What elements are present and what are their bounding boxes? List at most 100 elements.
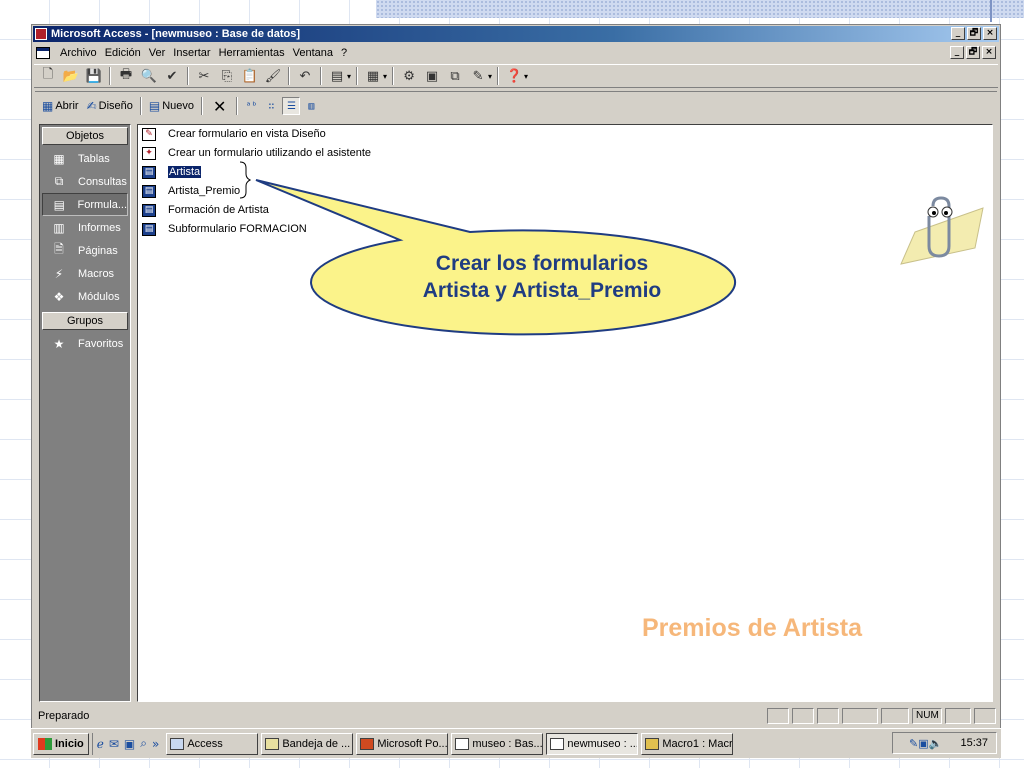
- taskbar-button-access[interactable]: Access: [166, 732, 259, 755]
- chevron-down-icon[interactable]: ▾: [383, 72, 387, 81]
- list-item-form-artista-premio[interactable]: ▤ Artista_Premio: [142, 182, 240, 200]
- list-item-subform-formacion[interactable]: ▤ Subformulario FORMACION: [142, 220, 307, 238]
- internet-explorer-icon[interactable]: ℯ: [97, 737, 104, 751]
- document-window-icon[interactable]: [36, 47, 50, 59]
- menu-edicion[interactable]: Edición: [101, 47, 145, 59]
- slide-title: Premios de Artista: [642, 614, 862, 642]
- objects-item-macros[interactable]: ⚡ Macros: [40, 262, 130, 285]
- tray-icons[interactable]: ✎▣🔈: [909, 737, 942, 750]
- design-icon: ✍: [86, 99, 97, 113]
- print-icon[interactable]: 🖶: [116, 66, 136, 86]
- details-view-icon[interactable]: ▥: [302, 97, 320, 115]
- objects-item-consultas[interactable]: ⧉ Consultas: [40, 170, 130, 193]
- task-label: Microsoft Po...: [377, 737, 448, 750]
- objects-item-formularios[interactable]: ▤ Formula...: [42, 193, 128, 216]
- menu-herramientas[interactable]: Herramientas: [215, 47, 289, 59]
- doc-restore-button[interactable]: 🗗: [966, 46, 980, 59]
- chevron-down-icon[interactable]: ▾: [347, 72, 351, 81]
- taskbar-button-macro1[interactable]: Macro1 : Macro: [641, 732, 734, 755]
- windows-logo-icon: [38, 737, 52, 750]
- start-button[interactable]: Inicio: [33, 732, 89, 755]
- cut-icon[interactable]: ✂: [194, 66, 214, 86]
- list-item-create-design[interactable]: ✎ Crear formulario en vista Diseño: [142, 125, 326, 143]
- taskbar-button-bandeja[interactable]: Bandeja de ...: [261, 732, 354, 755]
- doc-close-button[interactable]: ×: [982, 46, 996, 59]
- code-icon[interactable]: ⚙: [399, 66, 419, 86]
- close-button[interactable]: ×: [983, 27, 997, 40]
- window-controls: _ 🗗 ×: [951, 27, 997, 40]
- copy-icon[interactable]: ⎘: [217, 66, 237, 86]
- list-item-form-formacion[interactable]: ▤ Formación de Artista: [142, 201, 269, 219]
- status-panel: [945, 708, 971, 724]
- start-label: Inicio: [55, 737, 84, 750]
- spelling-icon[interactable]: ✔: [162, 66, 182, 86]
- menu-insertar[interactable]: Insertar: [169, 47, 214, 59]
- status-panels: NUM: [767, 708, 996, 724]
- toolbar-separator: [392, 67, 395, 85]
- new-button[interactable]: ▤ Nuevo: [146, 95, 197, 117]
- objects-item-tablas[interactable]: ▦ Tablas: [40, 147, 130, 170]
- office-links-icon[interactable]: ▤: [327, 66, 347, 86]
- chevron-down-icon[interactable]: ▾: [524, 72, 528, 81]
- taskbar-button-museo[interactable]: museo : Bas...: [451, 732, 544, 755]
- toolbar-separator: [139, 97, 142, 115]
- database-task-icon: [550, 737, 565, 750]
- properties-icon[interactable]: ▣: [422, 66, 442, 86]
- task-label: Macro1 : Macro: [662, 737, 734, 750]
- chevron-down-icon[interactable]: ▾: [488, 72, 492, 81]
- new-object-icon[interactable]: ✎: [468, 66, 488, 86]
- toolbar-separator: [109, 67, 111, 85]
- access-app-icon[interactable]: [35, 28, 47, 40]
- desktop-icon[interactable]: ▣: [124, 737, 135, 751]
- restore-button[interactable]: 🗗: [967, 27, 981, 40]
- open-button[interactable]: ▦ Abrir: [39, 95, 82, 117]
- print-preview-icon[interactable]: 🔍: [139, 66, 159, 86]
- outlook-icon[interactable]: ✉: [109, 737, 119, 751]
- objects-item-label: Tablas: [78, 152, 110, 165]
- object-list: ✎ Crear formulario en vista Diseño ✦ Cre…: [137, 124, 993, 702]
- groups-item-favoritos[interactable]: ★ Favoritos: [40, 332, 130, 355]
- toolbar-separator: [497, 67, 500, 85]
- list-item-form-artista[interactable]: ▤ Artista: [142, 163, 202, 181]
- database-window: ▦ Abrir ✍ Diseño ▤ Nuevo ✕ ᵃᵇ ∷ ☰ ▥ Obje…: [35, 91, 997, 703]
- design-wizard-icon: ✎: [142, 127, 156, 141]
- more-chevron[interactable]: »: [152, 737, 159, 751]
- doc-minimize-button[interactable]: _: [950, 46, 964, 59]
- list-item-create-wizard[interactable]: ✦ Crear un formulario utilizando el asis…: [142, 144, 371, 162]
- callout-line-2: Artista y Artista_Premio: [422, 279, 662, 302]
- open-folder-icon[interactable]: 📂: [61, 66, 81, 86]
- taskbar-button-newmuseo[interactable]: newmuseo : ...: [546, 732, 639, 755]
- search-icon[interactable]: ⌕: [140, 736, 147, 751]
- title-bar[interactable]: Microsoft Access - [newmuseo : Base de d…: [33, 26, 999, 42]
- taskbar-button-powerpoint[interactable]: Microsoft Po...: [356, 732, 449, 755]
- design-label: Diseño: [98, 100, 133, 112]
- menu-ver[interactable]: Ver: [145, 47, 170, 59]
- save-icon[interactable]: 💾: [84, 66, 104, 86]
- delete-icon[interactable]: ✕: [207, 97, 232, 116]
- undo-icon[interactable]: ↶: [295, 66, 315, 86]
- minimize-button[interactable]: _: [951, 27, 965, 40]
- relationships-icon[interactable]: ⧉: [445, 66, 465, 86]
- form-icon: ▤: [142, 184, 156, 198]
- objects-item-informes[interactable]: ▥ Informes: [40, 216, 130, 239]
- clock[interactable]: 15:37: [960, 737, 988, 749]
- office-assistant-clippy-icon[interactable]: [893, 192, 988, 272]
- macro-task-icon: [645, 737, 660, 750]
- design-button[interactable]: ✍ Diseño: [84, 95, 136, 117]
- list-view-icon[interactable]: ☰: [282, 97, 301, 115]
- help-icon[interactable]: ❓: [504, 66, 524, 86]
- large-icons-view-icon[interactable]: ᵃᵇ: [242, 97, 260, 115]
- format-painter-icon[interactable]: 🖌: [263, 66, 283, 86]
- small-icons-view-icon[interactable]: ∷: [262, 97, 280, 115]
- menu-ventana[interactable]: Ventana: [289, 47, 337, 59]
- new-file-icon[interactable]: 🗋: [38, 66, 58, 86]
- callout-line-1: Crear los formularios: [435, 252, 649, 275]
- paste-icon[interactable]: 📋: [240, 66, 260, 86]
- objects-header-button[interactable]: Objetos: [42, 127, 128, 145]
- groups-header-button[interactable]: Grupos: [42, 312, 128, 330]
- analyze-icon[interactable]: ▦: [363, 66, 383, 86]
- menu-help[interactable]: ?: [337, 47, 351, 59]
- objects-item-modulos[interactable]: ❖ Módulos: [40, 285, 130, 308]
- objects-item-paginas[interactable]: 🗎 Páginas: [40, 239, 130, 262]
- menu-archivo[interactable]: Archivo: [56, 47, 101, 59]
